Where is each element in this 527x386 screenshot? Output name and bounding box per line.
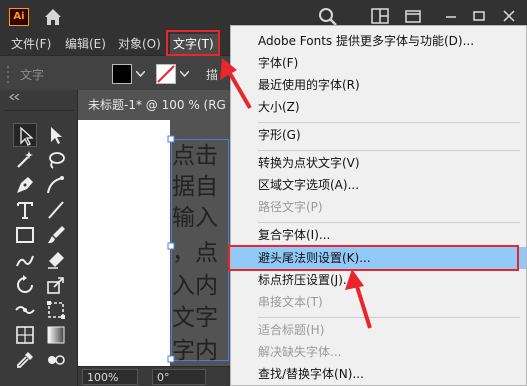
direct-selection-tool-icon[interactable] (44, 123, 68, 147)
menu-file[interactable]: 文件(F) (8, 34, 54, 54)
search-icon[interactable] (318, 7, 338, 27)
rotation-field[interactable]: 0° (152, 369, 206, 385)
rotate-tool-icon[interactable] (13, 273, 37, 297)
menu-item-type-on-path: 路径文字(P) (258, 200, 323, 214)
menu-item-threaded-text: 串接文本(T) (258, 295, 323, 309)
menu-item-mojikumi-settings[interactable]: 标点挤压设置(J)... (231, 269, 526, 291)
canvas-text-line: ，点 (172, 240, 218, 266)
eyedropper-tool-icon[interactable] (13, 348, 37, 372)
fill-swatch[interactable] (112, 64, 132, 84)
type-label: 文字 (20, 68, 45, 82)
menu-object[interactable]: 对象(O) (115, 34, 164, 54)
shaper-tool-icon[interactable] (13, 248, 37, 272)
menu-item-font[interactable]: 字体(F) (231, 52, 526, 74)
gradient-tool-icon[interactable] (44, 323, 68, 347)
restore-icon[interactable] (470, 8, 488, 24)
chevron-down-icon[interactable] (180, 71, 189, 77)
tools-panel (0, 90, 78, 386)
type-tool-icon[interactable] (13, 198, 37, 222)
canvas-text-line: 据自 (172, 174, 218, 200)
artboard (78, 120, 170, 366)
scale-tool-icon[interactable] (44, 273, 68, 297)
paintbrush-tool-icon[interactable] (44, 223, 68, 247)
canvas-text-line: 字内 (172, 338, 218, 364)
zoom-field[interactable]: 100% (82, 369, 138, 385)
app-logo: Ai (9, 8, 29, 26)
menu-item-fit-headline: 适合标题(H) (258, 323, 325, 337)
close-icon[interactable] (500, 8, 518, 24)
menu-separator (258, 222, 520, 223)
grip-icon (7, 66, 9, 83)
arrange-documents-icon[interactable] (371, 8, 389, 24)
menu-item-area-type-options[interactable]: 区域文字选项(A)... (231, 174, 526, 196)
menu-edit[interactable]: 编辑(E) (62, 34, 109, 54)
selection-tool-icon[interactable] (13, 123, 37, 147)
magic-wand-tool-icon[interactable] (13, 148, 37, 172)
stroke-label[interactable]: 描 (206, 66, 218, 83)
lasso-tool-icon[interactable] (44, 148, 68, 172)
menu-separator (258, 317, 520, 318)
none-color-icon (157, 65, 175, 83)
free-transform-tool-icon[interactable] (44, 298, 68, 322)
highlight-box-kinsoku-item (228, 245, 519, 271)
menu-item-recent-fonts[interactable]: 最近使用的字体(R) (231, 74, 526, 96)
menu-item-resolve-missing-fonts: 解决缺失字体... (258, 345, 342, 359)
chevron-down-icon[interactable] (136, 71, 145, 77)
width-tool-icon[interactable] (13, 298, 37, 322)
menu-item-adobe-fonts[interactable]: Adobe Fonts 提供更多字体与功能(D)... (231, 30, 526, 52)
home-icon[interactable] (42, 6, 64, 28)
menu-separator (258, 150, 520, 151)
workspace-icon[interactable] (404, 8, 422, 24)
rectangle-tool-icon[interactable] (13, 223, 37, 247)
canvas-text-line: 文字 (172, 305, 218, 331)
line-tool-icon[interactable] (44, 198, 68, 222)
curvature-tool-icon[interactable] (44, 173, 68, 197)
type-menu-dropdown: Adobe Fonts 提供更多字体与功能(D)... 字体(F) 最近使用的字… (230, 25, 527, 386)
menu-item-composite-fonts[interactable]: 复合字体(I)... (231, 224, 526, 246)
menu-item-find-replace-font[interactable]: 查找/替换字体(N)... (231, 363, 526, 385)
canvas-text-line: 点击 (172, 143, 218, 169)
canvas-text-line: 入内 (172, 273, 218, 299)
blend-tool-icon[interactable] (44, 348, 68, 372)
pen-tool-icon[interactable] (13, 173, 37, 197)
shape-builder-tool-icon[interactable] (13, 323, 37, 347)
collapse-icon[interactable] (8, 94, 22, 100)
menu-item-size[interactable]: 大小(Z) (231, 96, 526, 118)
stroke-swatch[interactable] (156, 64, 176, 84)
canvas-text-line: 输入 (172, 205, 218, 231)
menu-separator (258, 122, 520, 123)
eraser-tool-icon[interactable] (44, 248, 68, 272)
highlight-box-type-menu (166, 30, 220, 56)
minimize-icon[interactable] (442, 8, 460, 24)
menu-item-glyphs[interactable]: 字形(G) (231, 124, 526, 146)
menu-item-convert-to-point-type[interactable]: 转换为点状文字(V) (231, 152, 526, 174)
